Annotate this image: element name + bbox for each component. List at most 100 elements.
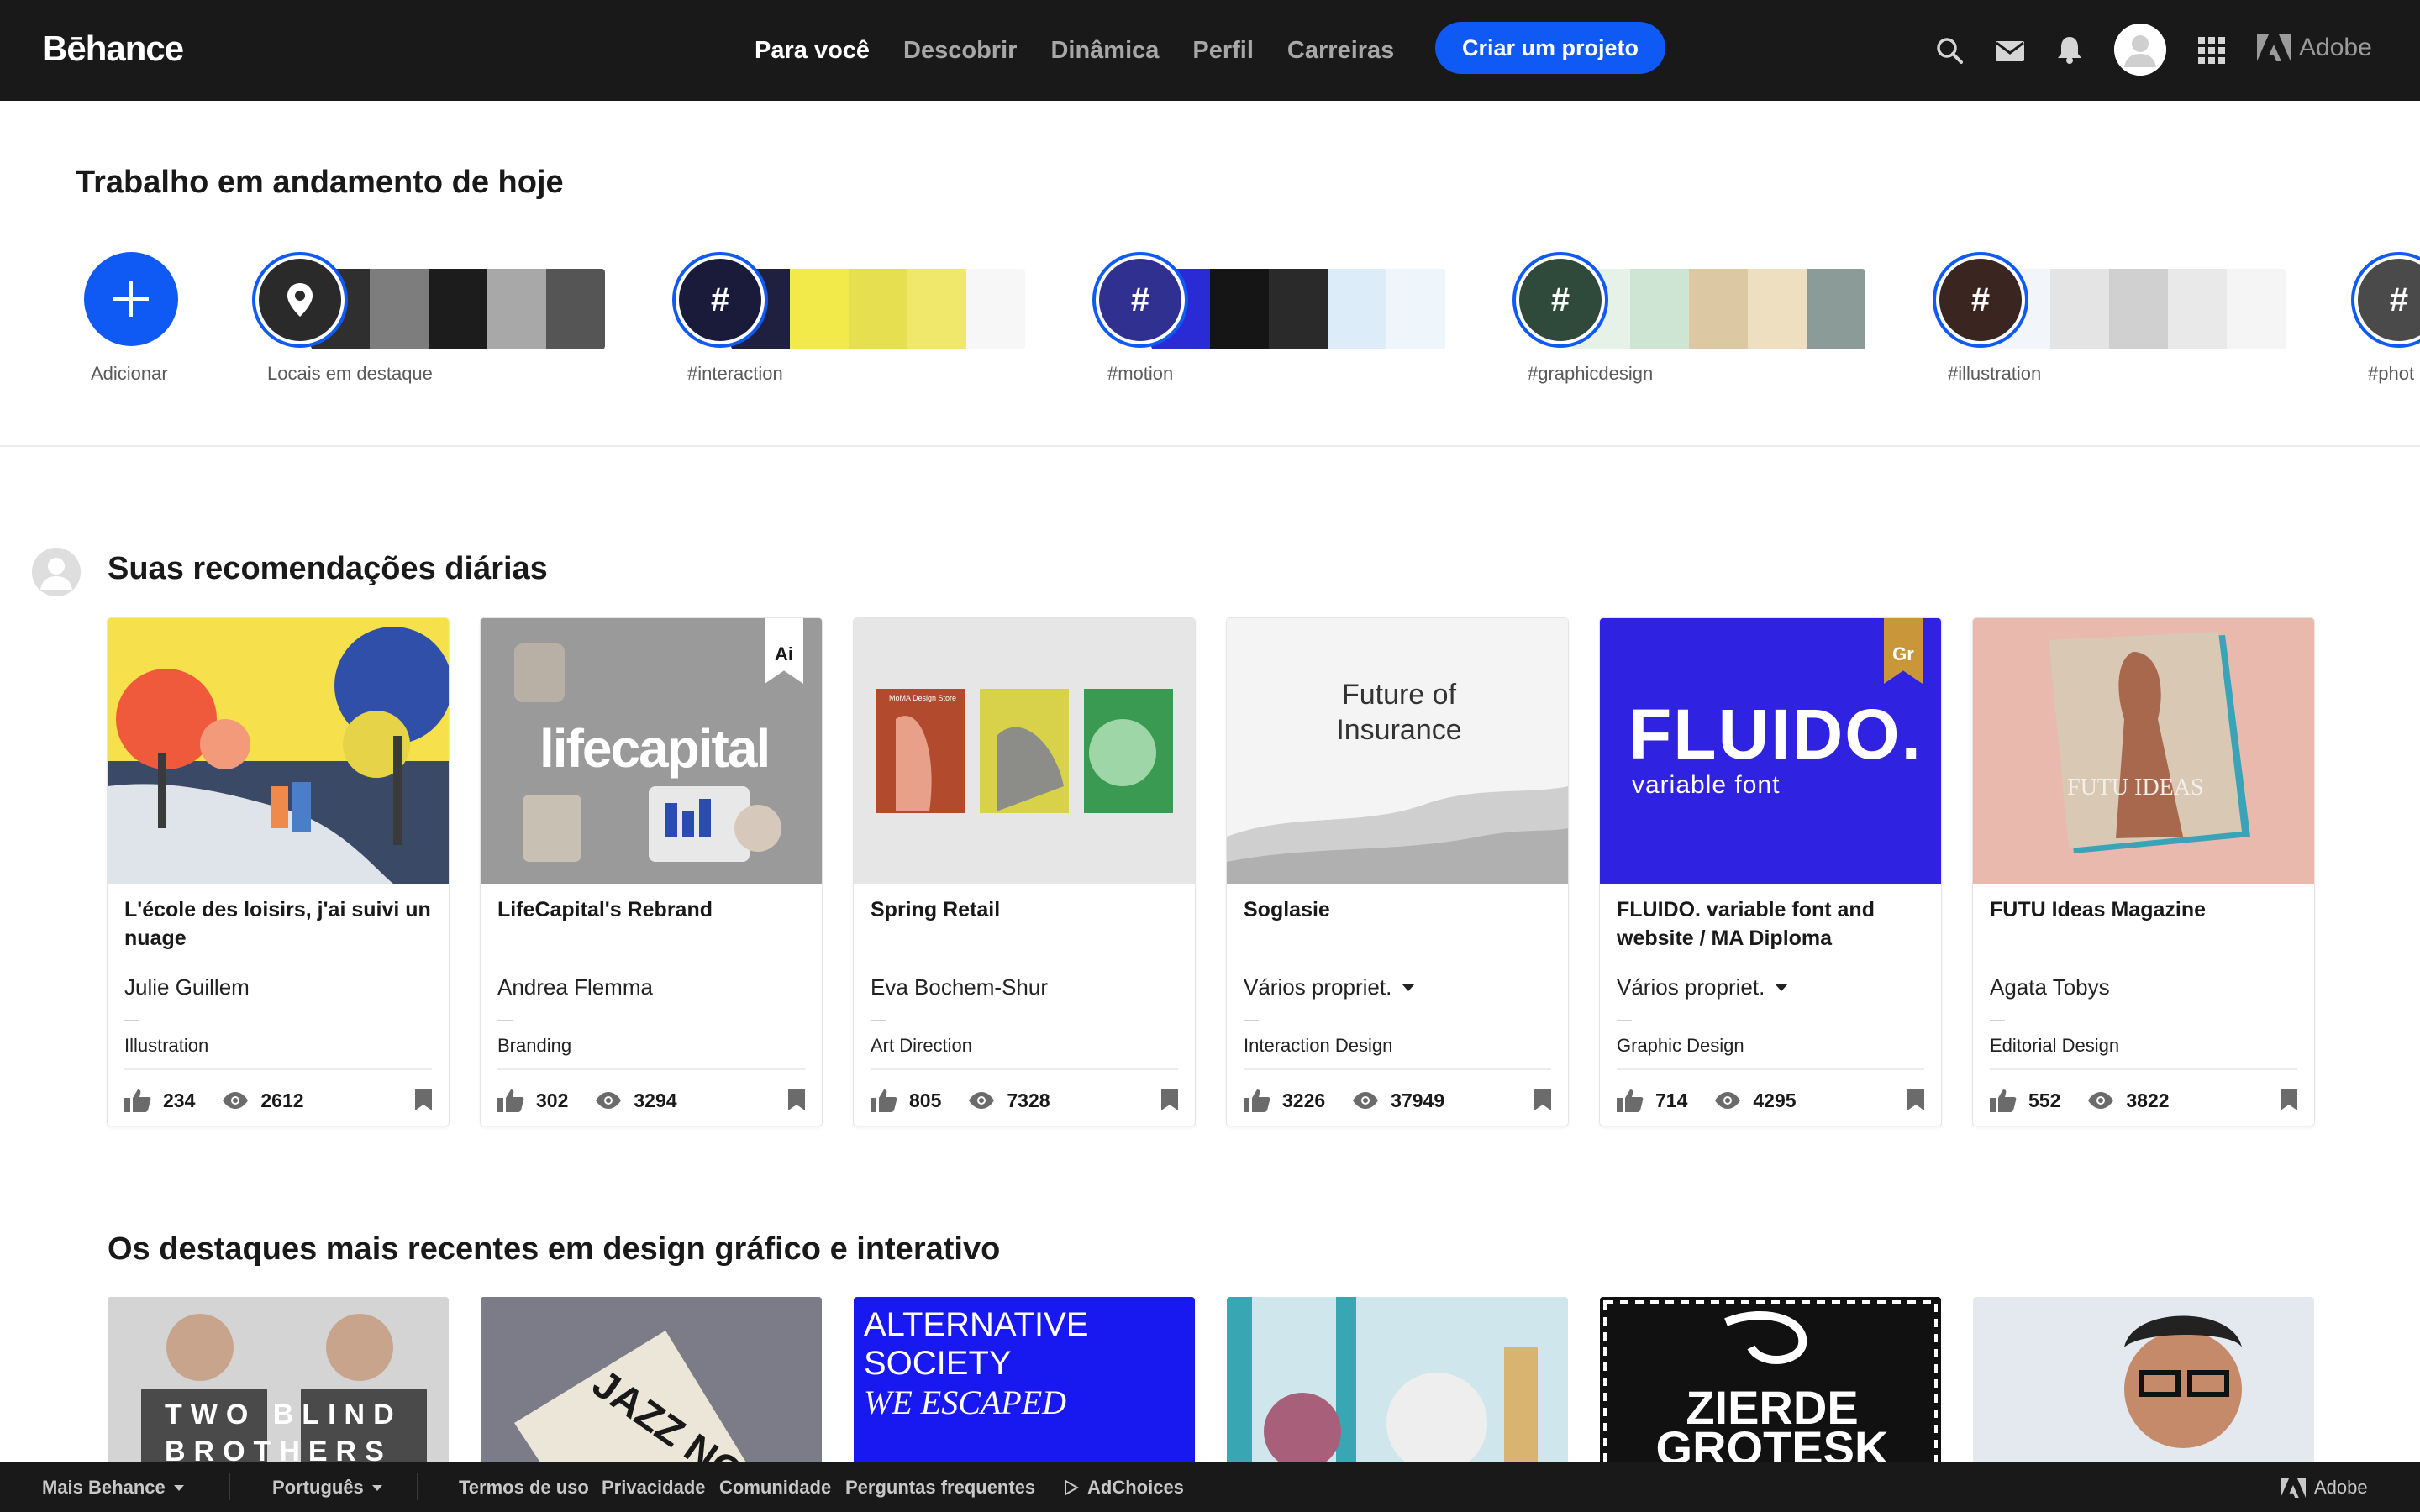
eye-icon [969, 1092, 995, 1109]
project-title[interactable]: LifeCapital's Rebrand [497, 895, 808, 924]
thumbs-up-icon[interactable] [1244, 1089, 1270, 1112]
wip-label-locais: Locais em destaque [267, 363, 433, 384]
project-card[interactable]: MoMA Design Store Spring Retail Eva Boch… [854, 618, 1195, 1126]
project-field: Editorial Design [1990, 1035, 2120, 1056]
project-title[interactable]: FLUIDO. variable font and website / MA D… [1617, 895, 1928, 953]
nav-perfil[interactable]: Perfil [1192, 37, 1254, 65]
project-thumbnail[interactable]: Future of Insurance [1227, 618, 1568, 884]
like-count: 3226 [1282, 1089, 1326, 1111]
adobe-link[interactable]: Adobe [2257, 34, 2372, 62]
like-count: 302 [536, 1089, 569, 1111]
adchoices-link[interactable]: AdChoices [1064, 1477, 1184, 1499]
bookmark-icon[interactable] [788, 1089, 805, 1110]
nav-para-voce[interactable]: Para você [755, 37, 870, 65]
project-stats: 714 4295 [1617, 1084, 1924, 1117]
project-thumbnail[interactable]: FLUIDO. variable font Gr [1600, 618, 1941, 884]
graphic-design-badge: Gr [1884, 618, 1923, 684]
chevron-down-icon[interactable] [1402, 984, 1416, 991]
wip-label-phot: #phot [2368, 363, 2415, 384]
language-selector[interactable]: Português [272, 1477, 382, 1499]
location-pin-icon [287, 283, 313, 317]
project-owner[interactable]: Julie Guillem [124, 974, 250, 1000]
project-title[interactable]: Spring Retail [871, 895, 1181, 924]
thumbs-up-icon[interactable] [497, 1089, 524, 1112]
hashtag-icon: # [679, 259, 761, 341]
project-thumbnail[interactable] [108, 618, 449, 884]
divider [1244, 1068, 1551, 1070]
wip-preview-strip [1151, 269, 1445, 349]
thumbs-up-icon[interactable] [1617, 1089, 1644, 1112]
highlights-title: Os destaques mais recentes em design grá… [108, 1231, 1001, 1267]
hashtag-icon: # [1519, 259, 1602, 341]
project-card[interactable]: L'école des loisirs, j'ai suivi un nuage… [108, 618, 449, 1126]
chevron-down-icon [173, 1484, 184, 1491]
bell-icon[interactable] [2057, 35, 2082, 68]
apps-grid-icon[interactable] [2198, 37, 2225, 68]
avatar[interactable] [2114, 24, 2166, 76]
search-icon[interactable] [1934, 35, 1965, 70]
behance-logo[interactable]: Bēhance [42, 29, 184, 69]
eye-icon [596, 1092, 622, 1109]
recommendations-title: Suas recomendações diárias [108, 551, 548, 586]
chevron-down-icon [371, 1484, 382, 1491]
owner-name: Vários propriet. [1617, 974, 1765, 1000]
hashtag-icon: # [1939, 259, 2022, 341]
project-card[interactable]: FUTU IDEAS FUTU Ideas Magazine Agata Tob… [1973, 618, 2314, 1126]
view-count: 4295 [1753, 1089, 1797, 1111]
project-owner[interactable]: Vários propriet. [1244, 974, 1416, 1000]
project-card[interactable]: lifecapital Ai LifeCapital's Rebrand And… [481, 618, 822, 1126]
project-thumbnail[interactable]: MoMA Design Store [854, 618, 1195, 884]
bookmark-icon[interactable] [1534, 1089, 1551, 1110]
bookmark-icon[interactable] [415, 1089, 432, 1110]
footer-link-privacy[interactable]: Privacidade [602, 1477, 706, 1499]
footer: Mais Behance Português Termos de uso Pri… [0, 1462, 2420, 1512]
mail-icon[interactable] [1995, 40, 2025, 66]
project-owner[interactable]: Eva Bochem-Shur [871, 974, 1048, 1000]
divider [871, 1068, 1178, 1070]
project-title[interactable]: L'école des loisirs, j'ai suivi un nuage [124, 895, 435, 953]
project-title[interactable]: Soglasie [1244, 895, 1555, 924]
thumbs-up-icon[interactable] [124, 1089, 151, 1112]
project-card[interactable]: FLUIDO. variable font Gr FLUIDO. variabl… [1600, 618, 1941, 1126]
bookmark-icon[interactable] [1161, 1089, 1178, 1110]
divider [1244, 1020, 1259, 1021]
thumbs-up-icon[interactable] [1990, 1089, 2017, 1112]
thumbnail-subtext: variable font [1632, 771, 1781, 799]
more-behance-label: Mais Behance [42, 1477, 166, 1498]
project-title[interactable]: FUTU Ideas Magazine [1990, 895, 2301, 924]
project-owner[interactable]: Andrea Flemma [497, 974, 653, 1000]
project-thumbnail[interactable]: FUTU IDEAS [1973, 618, 2314, 884]
thumbs-up-icon[interactable] [871, 1089, 897, 1112]
chevron-down-icon[interactable] [1775, 984, 1789, 991]
project-stats: 552 3822 [1990, 1084, 2297, 1117]
language-label: Português [272, 1477, 364, 1498]
wip-preview-strip [731, 269, 1025, 349]
bookmark-icon[interactable] [2281, 1089, 2297, 1110]
hashtag-icon: # [1099, 259, 1181, 341]
footer-link-community[interactable]: Comunidade [719, 1477, 831, 1499]
highlight-text: ALTERNATIVE SOCIETY [864, 1306, 1089, 1382]
recommendation-cards: L'école des loisirs, j'ai suivi un nuage… [108, 618, 2314, 1126]
footer-adobe-link[interactable]: Adobe [2281, 1477, 2368, 1499]
view-count: 3822 [2126, 1089, 2170, 1111]
project-owner[interactable]: Vários propriet. [1617, 974, 1789, 1000]
adobe-label: Adobe [2299, 34, 2372, 61]
avatar[interactable] [32, 548, 81, 596]
project-stats: 234 2612 [124, 1084, 432, 1117]
more-behance-menu[interactable]: Mais Behance [42, 1477, 184, 1499]
footer-link-terms[interactable]: Termos de uso [459, 1477, 589, 1499]
footer-link-faq[interactable]: Perguntas frequentes [845, 1477, 1035, 1499]
nav-descobrir[interactable]: Descobrir [903, 37, 1017, 65]
create-project-button[interactable]: Criar um projeto [1435, 22, 1665, 74]
nav-dinamica[interactable]: Dinâmica [1050, 37, 1159, 65]
like-count: 552 [2028, 1089, 2061, 1111]
divider [124, 1020, 139, 1021]
bookmark-icon[interactable] [1907, 1089, 1924, 1110]
owner-name: Eva Bochem-Shur [871, 974, 1048, 1000]
nav-carreiras[interactable]: Carreiras [1287, 37, 1394, 65]
project-card[interactable]: Future of Insurance Soglasie Vários prop… [1227, 618, 1568, 1126]
project-thumbnail[interactable]: lifecapital Ai [481, 618, 822, 884]
add-wip-button[interactable] [84, 252, 178, 346]
project-owner[interactable]: Agata Tobys [1990, 974, 2110, 1000]
thumbnail-text: MoMA Design Store [889, 694, 957, 702]
